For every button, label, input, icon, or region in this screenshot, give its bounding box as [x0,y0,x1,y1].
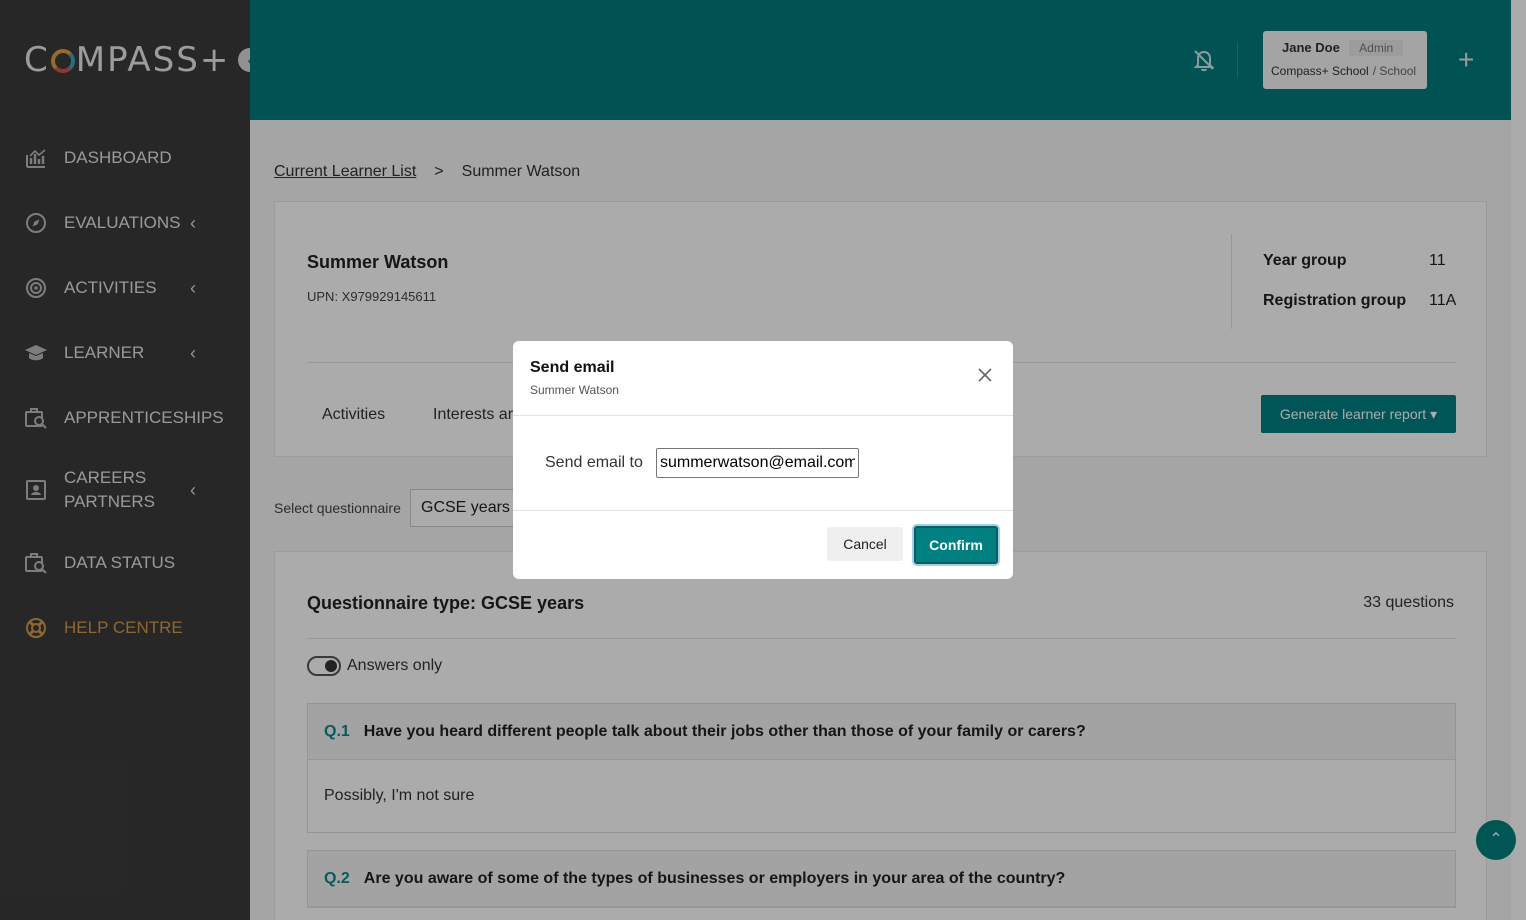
close-icon[interactable] [977,367,993,383]
email-field[interactable] [656,448,859,478]
confirm-button[interactable]: Confirm [914,526,998,564]
cancel-button[interactable]: Cancel [827,527,903,561]
modal-header-divider [513,415,1013,416]
modal-subtitle: Summer Watson [530,383,619,397]
send-email-modal: Send email Summer Watson Send email to C… [513,341,1013,579]
modal-footer-divider [513,510,1013,511]
email-field-label: Send email to [545,454,643,471]
modal-title: Send email [530,359,615,376]
